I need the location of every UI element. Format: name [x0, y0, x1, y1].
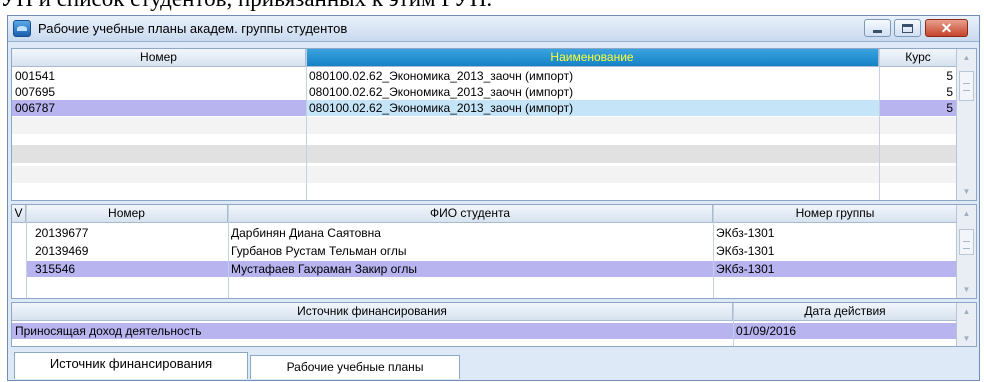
students-header-group[interactable]: Номер группы — [713, 205, 958, 223]
empty-row — [12, 166, 958, 183]
student-name: Мустафаев Гахраман Закир оглы — [231, 262, 417, 276]
table-row-selected[interactable]: 315546 Мустафаев Гахраман Закир оглы ЭКб… — [12, 261, 958, 277]
table-row[interactable]: 20139677 Дарбинян Диана Саятовна ЭКбз-13… — [12, 225, 958, 241]
plans-header-course[interactable]: Курс — [879, 49, 958, 67]
student-checkbox[interactable] — [12, 243, 26, 259]
student-group: ЭКбз-1301 — [716, 226, 775, 240]
close-icon: ✕ — [940, 20, 953, 36]
plan-number: 007695 — [15, 85, 56, 99]
plans-table: Номер Наименование Курс 001541 080100.02… — [11, 48, 977, 201]
column-divider — [733, 303, 734, 346]
plan-name: 080100.02.62_Экономика_2013_заочн (импор… — [309, 85, 574, 99]
scroll-thumb[interactable] — [959, 229, 974, 255]
empty-row — [12, 145, 958, 163]
column-divider — [879, 49, 880, 200]
students-scrollbar[interactable]: ▲ ▼ — [956, 205, 976, 298]
scroll-thumb[interactable] — [959, 71, 974, 101]
plan-name: 080100.02.62_Экономика_2013_заочн (импор… — [306, 100, 879, 116]
column-divider — [26, 205, 27, 298]
funding-header-source[interactable]: Источник финансирования — [12, 303, 733, 321]
plans-header-name[interactable]: Наименование — [306, 49, 879, 67]
plan-number: 001541 — [15, 69, 56, 83]
students-table: V Номер ФИО студента Номер группы 201396… — [11, 204, 977, 299]
title-bar[interactable]: Рабочие учебные планы академ. группы сту… — [8, 16, 979, 42]
student-group: ЭКбз-1301 — [716, 262, 775, 276]
close-button[interactable]: ✕ — [925, 19, 968, 37]
student-number: 20139677 — [35, 226, 89, 240]
window-title: Рабочие учебные планы академ. группы сту… — [38, 21, 348, 36]
app-icon — [13, 20, 31, 37]
table-row[interactable]: 001541 080100.02.62_Экономика_2013_заочн… — [12, 68, 958, 84]
funding-scrollbar[interactable]: ▲ ▼ — [956, 303, 976, 346]
plan-course: 5 — [946, 101, 953, 115]
scroll-down-icon[interactable]: ▼ — [957, 183, 976, 200]
students-header-name[interactable]: ФИО студента — [228, 205, 713, 223]
table-row[interactable]: 20139469 Гурбанов Рустам Тельман оглы ЭК… — [12, 243, 958, 259]
minimize-icon — [873, 29, 882, 33]
empty-row — [12, 117, 958, 134]
plan-number: 006787 — [15, 101, 56, 115]
students-header-number[interactable]: Номер — [26, 205, 228, 223]
plan-course: 5 — [946, 85, 953, 99]
scroll-up-icon[interactable]: ▲ — [957, 303, 976, 319]
plans-header-number[interactable]: Номер — [12, 49, 306, 67]
table-row[interactable]: 007695 080100.02.62_Экономика_2013_заочн… — [12, 84, 958, 100]
minimize-button[interactable] — [864, 19, 891, 37]
funding-header-date[interactable]: Дата действия — [733, 303, 958, 321]
column-divider — [713, 205, 714, 298]
student-checkbox[interactable] — [12, 225, 26, 241]
funding-date: 01/09/2016 — [736, 324, 797, 338]
scroll-up-icon[interactable]: ▲ — [957, 49, 976, 66]
tab-bar: Источник финансирования Рабочие учебные … — [8, 351, 979, 381]
student-number: 315546 — [35, 262, 76, 276]
plan-course: 5 — [946, 69, 953, 83]
student-name: Гурбанов Рустам Тельман оглы — [231, 244, 407, 258]
students-header-check[interactable]: V — [12, 205, 26, 223]
column-divider — [306, 49, 307, 200]
student-group: ЭКбз-1301 — [716, 244, 775, 258]
tab-work-plans[interactable]: Рабочие учебные планы — [250, 355, 460, 379]
scroll-down-icon[interactable]: ▼ — [957, 281, 976, 298]
student-checkbox[interactable] — [12, 261, 26, 277]
plans-scrollbar[interactable]: ▲ ▼ — [956, 49, 976, 200]
student-name: Дарбинян Диана Саятовна — [231, 226, 381, 240]
column-divider — [228, 205, 229, 298]
funding-source: Приносящая доход деятельность — [15, 324, 202, 338]
table-row-selected[interactable]: Приносящая доход деятельность 01/09/2016 — [12, 323, 958, 339]
document-text-fragment: УП и список студентов, привязанных к эти… — [0, 0, 984, 12]
maximize-icon — [902, 23, 913, 33]
student-number: 20139469 — [35, 244, 89, 258]
table-row-selected[interactable]: 006787 080100.02.62_Экономика_2013_заочн… — [12, 100, 958, 116]
funding-table: Источник финансирования Дата действия Пр… — [11, 302, 977, 347]
window: Рабочие учебные планы академ. группы сту… — [7, 15, 980, 381]
scroll-down-icon[interactable]: ▼ — [957, 330, 976, 346]
plan-name: 080100.02.62_Экономика_2013_заочн (импор… — [309, 69, 574, 83]
tab-funding-source[interactable]: Источник финансирования — [14, 352, 248, 379]
scroll-up-icon[interactable]: ▲ — [957, 205, 976, 222]
maximize-button[interactable] — [894, 19, 921, 37]
